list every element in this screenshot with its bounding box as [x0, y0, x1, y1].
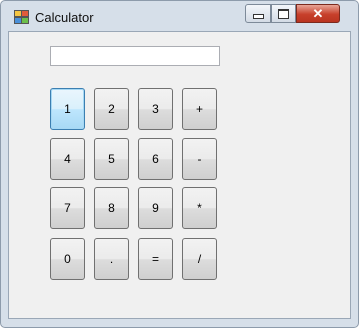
app-icon	[14, 10, 30, 24]
decimal-point-button[interactable]: .	[94, 238, 129, 280]
key-2-button[interactable]: 2	[94, 88, 129, 130]
calculator-window: Calculator ✕ 1 2 3 + 4 5 6 - 7 8 9 * 0 .…	[0, 0, 359, 328]
minimize-button[interactable]	[245, 4, 271, 23]
equals-button[interactable]: =	[138, 238, 173, 280]
key-5-button[interactable]: 5	[94, 138, 129, 180]
key-3-button[interactable]: 3	[138, 88, 173, 130]
minus-button[interactable]: -	[182, 138, 217, 180]
key-6-button[interactable]: 6	[138, 138, 173, 180]
minimize-icon	[252, 14, 264, 19]
close-icon: ✕	[312, 6, 324, 21]
key-7-button[interactable]: 7	[50, 187, 85, 229]
multiply-button[interactable]: *	[182, 187, 217, 229]
key-0-button[interactable]: 0	[50, 238, 85, 280]
key-8-button[interactable]: 8	[94, 187, 129, 229]
maximize-icon	[278, 8, 289, 19]
window-title: Calculator	[35, 10, 94, 25]
divide-button[interactable]: /	[182, 238, 217, 280]
key-4-button[interactable]: 4	[50, 138, 85, 180]
maximize-button[interactable]	[271, 4, 296, 23]
title-bar[interactable]: Calculator ✕	[1, 1, 358, 31]
plus-button[interactable]: +	[182, 88, 217, 130]
key-9-button[interactable]: 9	[138, 187, 173, 229]
key-1-button[interactable]: 1	[50, 88, 85, 130]
display-field[interactable]	[50, 46, 220, 66]
calculator-body: 1 2 3 + 4 5 6 - 7 8 9 * 0 . = /	[8, 31, 351, 319]
close-button[interactable]: ✕	[296, 4, 340, 23]
